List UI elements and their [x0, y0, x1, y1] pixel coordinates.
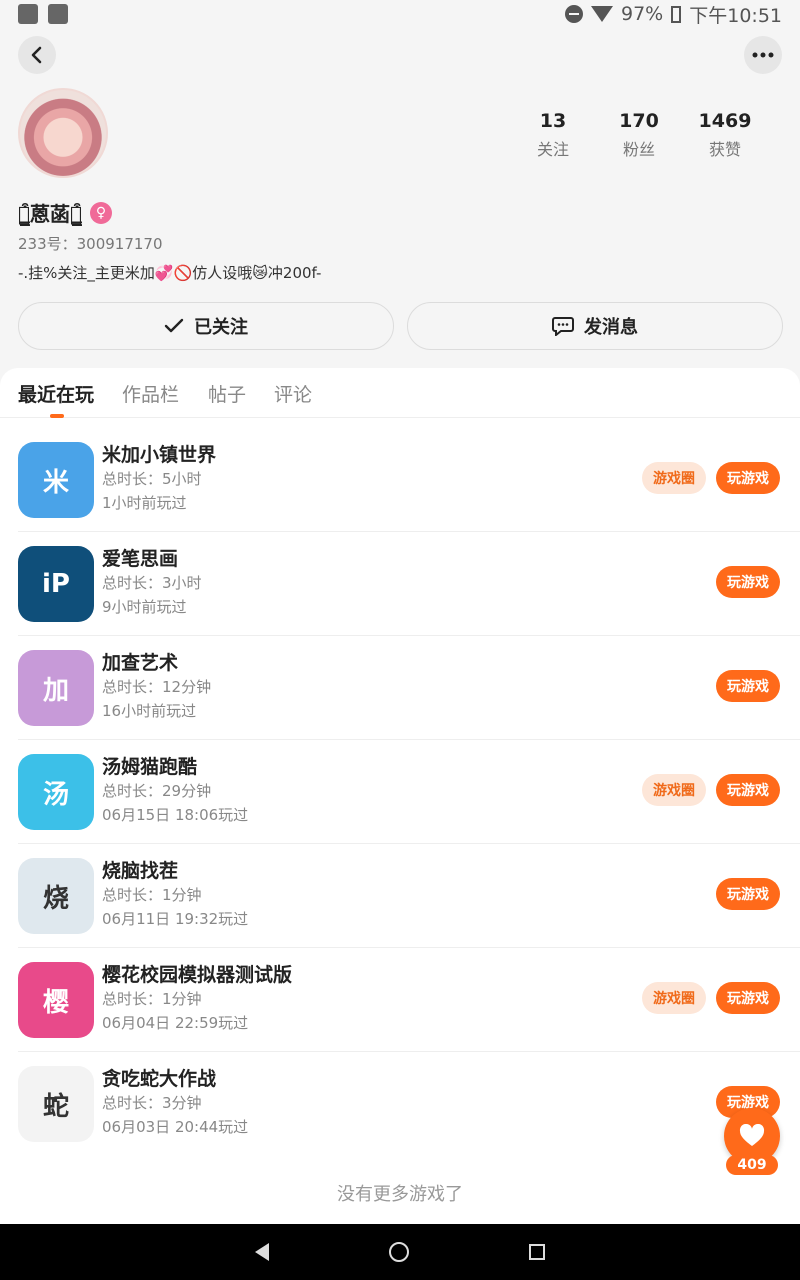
game-duration: 总时长：1分钟	[102, 886, 202, 904]
stat-label: 获赞	[708, 140, 741, 159]
game-last-played: 06月04日 22:59玩过	[102, 1014, 249, 1032]
user-id: 233号：300917170	[18, 235, 163, 253]
game-last-played: 06月15日 18:06玩过	[102, 806, 249, 824]
game-name[interactable]: 爱笔思画	[102, 544, 178, 571]
play-game-button[interactable]: 玩游戏	[716, 982, 780, 1014]
game-name[interactable]: 樱花校园模拟器测试版	[102, 960, 292, 987]
stat-following[interactable]: 13 关注	[510, 110, 596, 160]
stat-likes[interactable]: 1469 获赞	[682, 110, 768, 160]
game-last-played: 16小时前玩过	[102, 702, 197, 720]
game-last-played: 06月03日 20:44玩过	[102, 1118, 249, 1136]
game-last-played: 1小时前玩过	[102, 494, 187, 512]
clock: 下午10:51	[689, 4, 782, 27]
nav-back-icon[interactable]	[255, 1243, 269, 1261]
tab-works[interactable]: 作品栏	[122, 380, 179, 407]
no-more-games-note: 没有更多游戏了	[337, 1184, 463, 1205]
game-icon[interactable]: 烧	[18, 858, 94, 934]
nav-home-icon[interactable]	[389, 1242, 409, 1262]
app-notification-icon	[18, 4, 38, 24]
tab-bar: 最近在玩 作品栏 帖子 评论	[0, 368, 800, 418]
battery-icon	[671, 5, 682, 23]
followed-button[interactable]: 已关注	[18, 302, 394, 350]
game-icon[interactable]: 樱	[18, 962, 94, 1038]
play-game-button[interactable]: 玩游戏	[716, 566, 780, 598]
status-left	[18, 4, 68, 24]
play-game-button[interactable]: 玩游戏	[716, 878, 780, 910]
female-gender-icon: ♀	[90, 201, 113, 224]
stat-number: 13	[539, 110, 567, 132]
stat-number: 170	[619, 110, 659, 132]
game-duration: 总时长：1分钟	[102, 990, 202, 1008]
username: ฅ̳͒蒽菡ฅ̳͒	[18, 202, 83, 226]
game-icon[interactable]: 汤	[18, 754, 94, 830]
game-name[interactable]: 贪吃蛇大作战	[102, 1064, 216, 1091]
game-circle-button[interactable]: 游戏圈	[642, 462, 706, 494]
stat-fans[interactable]: 170 粉丝	[596, 110, 682, 160]
more-dots-icon	[752, 52, 774, 58]
active-tab-indicator	[50, 414, 64, 418]
avatar[interactable]	[18, 88, 108, 178]
profile-header: 13 关注 170 粉丝 1469 获赞 ฅ̳͒蒽菡ฅ̳͒ ♀ 233号：300…	[0, 28, 800, 368]
image-notification-icon	[48, 4, 68, 24]
send-message-button[interactable]: 发消息	[407, 302, 783, 350]
game-icon[interactable]: iP	[18, 546, 94, 622]
tab-posts[interactable]: 帖子	[208, 380, 246, 407]
game-row[interactable]: 米米加小镇世界总时长：5小时 1小时前玩过 游戏圈 玩游戏	[18, 428, 800, 532]
game-duration: 总时长：12分钟	[102, 678, 212, 696]
tab-recent-play[interactable]: 最近在玩	[18, 380, 94, 407]
game-name[interactable]: 汤姆猫跑酷	[102, 752, 197, 779]
more-button[interactable]	[744, 36, 782, 74]
game-name[interactable]: 加查艺术	[102, 648, 178, 675]
back-button[interactable]	[18, 36, 56, 74]
play-game-button[interactable]: 玩游戏	[716, 670, 780, 702]
tab-comments[interactable]: 评论	[274, 380, 312, 407]
game-duration: 总时长：5小时	[102, 470, 202, 488]
username-row: ฅ̳͒蒽菡ฅ̳͒ ♀	[18, 198, 113, 227]
wifi-icon	[591, 6, 613, 22]
game-duration: 总时长：3小时	[102, 574, 202, 592]
game-row[interactable]: 樱樱花校园模拟器测试版总时长：1分钟 06月04日 22:59玩过 游戏圈 玩游戏	[18, 948, 800, 1052]
nav-recents-icon[interactable]	[529, 1244, 545, 1260]
system-nav-bar	[0, 1224, 800, 1280]
game-name[interactable]: 烧脑找茬	[102, 856, 178, 883]
heart-icon	[739, 1124, 765, 1146]
stat-label: 关注	[536, 140, 569, 159]
profile-stats: 13 关注 170 粉丝 1469 获赞	[510, 110, 768, 160]
do-not-disturb-icon	[565, 5, 583, 23]
message-label: 发消息	[584, 317, 638, 338]
play-game-button[interactable]: 玩游戏	[716, 462, 780, 494]
game-row[interactable]: 蛇贪吃蛇大作战 总时长：3分钟 06月03日 20:44玩过 玩游戏	[18, 1052, 800, 1156]
game-duration: 总时长：3分钟	[102, 1094, 202, 1112]
status-bar: 97% 下午10:51	[0, 0, 800, 28]
battery-percent: 97%	[621, 3, 664, 25]
stat-label: 粉丝	[622, 140, 655, 159]
game-last-played: 06月11日 19:32玩过	[102, 910, 249, 928]
play-game-button[interactable]: 玩游戏	[716, 774, 780, 806]
checkmark-icon	[164, 318, 184, 333]
status-right: 97% 下午10:51	[565, 1, 782, 28]
content-panel: 最近在玩 作品栏 帖子 评论 米米加小镇世界 总时长：5小时 1小时前玩过 游戏圈 玩游…	[0, 368, 800, 1224]
game-row[interactable]: 汤汤姆猫跑酷总时长：29分钟 06月15日 18:06玩过 游戏圈 玩游戏	[18, 740, 800, 844]
like-count: 409	[726, 1155, 778, 1175]
game-circle-button[interactable]: 游戏圈	[642, 982, 706, 1014]
game-duration: 总时长：29分钟	[102, 782, 212, 800]
stat-number: 1469	[698, 110, 752, 132]
chat-bubble-icon	[552, 317, 574, 336]
user-bio: -.挂%关注_主更米加💞🚫仿人设哦😿冲200f-	[18, 264, 322, 282]
game-row[interactable]: 烧烧脑找茬总时长：1分钟 06月11日 19:32玩过 玩游戏	[18, 844, 800, 948]
game-icon[interactable]: 米	[18, 442, 94, 518]
game-last-played: 9小时前玩过	[102, 598, 187, 616]
game-icon[interactable]: 蛇	[18, 1066, 94, 1142]
game-name[interactable]: 米加小镇世界	[102, 440, 216, 467]
game-icon[interactable]: 加	[18, 650, 94, 726]
followed-label: 已关注	[194, 317, 248, 338]
game-row[interactable]: 加加查艺术总时长：12分钟 16小时前玩过 玩游戏	[18, 636, 800, 740]
game-row[interactable]: iP 爱笔思画总时长：3小时 9小时前玩过 玩游戏	[18, 532, 800, 636]
game-circle-button[interactable]: 游戏圈	[642, 774, 706, 806]
chevron-left-icon	[31, 46, 42, 64]
